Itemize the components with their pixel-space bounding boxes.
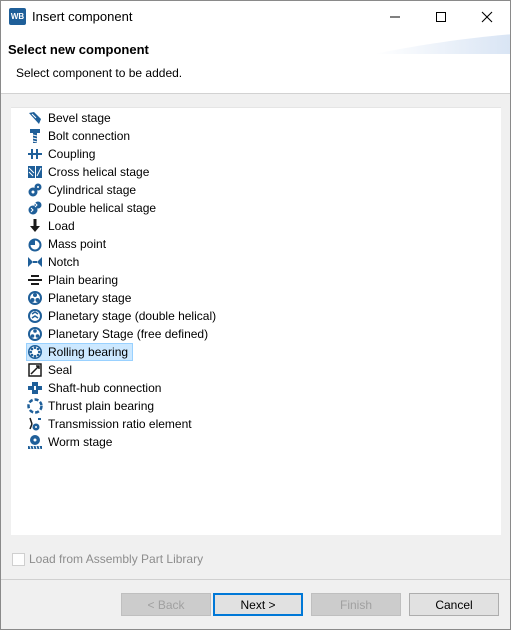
load-from-library-label: Load from Assembly Part Library [29, 552, 204, 566]
list-item-thrust-plain-bearing[interactable]: Thrust plain bearing [27, 397, 154, 415]
page-title: Select new component [8, 42, 149, 57]
bolt-icon [30, 129, 40, 143]
planetary-double-helical-icon [28, 309, 42, 323]
load-arrow-icon [30, 219, 40, 232]
maximize-button[interactable] [418, 1, 464, 32]
load-from-library-checkbox[interactable] [12, 552, 25, 566]
back-button[interactable]: < Back [121, 593, 211, 616]
close-button[interactable] [464, 1, 510, 32]
next-button[interactable]: Next > [213, 593, 303, 616]
coupling-icon [28, 149, 42, 159]
mass-point-icon [28, 238, 42, 252]
cylindrical-gear-icon [28, 183, 42, 197]
planetary-free-icon [28, 327, 42, 341]
shaft-hub-icon [28, 382, 42, 394]
list-item-mass-point[interactable]: Mass point [27, 235, 106, 253]
list-item-planetary-stage[interactable]: Planetary stage [27, 289, 131, 307]
minimize-icon [390, 16, 400, 17]
list-item-shaft-hub-connection[interactable]: Shaft-hub connection [27, 379, 161, 397]
header-decoration [374, 34, 510, 54]
list-item-cylindrical-stage[interactable]: Cylindrical stage [27, 181, 136, 199]
window-title: Insert component [32, 9, 133, 24]
list-item-bolt-connection[interactable]: Bolt connection [27, 127, 130, 145]
notch-icon [28, 257, 42, 267]
app-icon: WB [9, 8, 26, 25]
list-item-planetary-stage-free-defined[interactable]: Planetary Stage (free defined) [27, 325, 208, 343]
cancel-button[interactable]: Cancel [409, 593, 499, 616]
plain-bearing-icon [28, 275, 42, 285]
list-item-seal[interactable]: Seal [27, 361, 72, 379]
seal-icon [28, 363, 42, 377]
list-item-load[interactable]: Load [27, 217, 75, 235]
list-item-planetary-stage-double-helical[interactable]: Planetary stage (double helical) [27, 307, 216, 325]
list-item-bevel-stage[interactable]: Bevel stage [27, 109, 111, 127]
insert-component-dialog: WB Insert component Select new component… [0, 0, 511, 630]
list-item-rolling-bearing[interactable]: Rolling bearing [26, 343, 134, 361]
transmission-ratio-icon [29, 417, 41, 431]
list-item-transmission-ratio-element[interactable]: Transmission ratio element [27, 415, 192, 433]
thrust-bearing-icon [27, 398, 43, 414]
list-item-cross-helical-stage[interactable]: Cross helical stage [27, 163, 149, 181]
cross-helical-gear-icon [28, 166, 42, 178]
list-item-plain-bearing[interactable]: Plain bearing [27, 271, 118, 289]
load-from-library-option: Load from Assembly Part Library [12, 552, 203, 566]
wizard-header: Select new component Select component to… [1, 32, 510, 94]
footer-divider [1, 579, 510, 580]
finish-button[interactable]: Finish [311, 593, 401, 616]
minimize-button[interactable] [372, 1, 418, 32]
list-item-notch[interactable]: Notch [27, 253, 79, 271]
maximize-icon [436, 11, 446, 22]
list-item-double-helical-stage[interactable]: Double helical stage [27, 199, 156, 217]
title-bar: WB Insert component [1, 1, 510, 32]
worm-gear-icon [28, 435, 42, 450]
bevel-gear-icon [29, 112, 41, 124]
list-item-worm-stage[interactable]: Worm stage [27, 433, 112, 451]
page-description: Select component to be added. [16, 66, 183, 80]
rolling-bearing-icon [28, 345, 42, 359]
planetary-gear-icon [28, 291, 42, 305]
list-item-coupling[interactable]: Coupling [27, 145, 95, 163]
component-list[interactable]: Bevel stage Bolt connection Coupling Cro… [11, 107, 501, 535]
close-icon [481, 11, 493, 22]
double-helical-gear-icon [28, 201, 42, 215]
